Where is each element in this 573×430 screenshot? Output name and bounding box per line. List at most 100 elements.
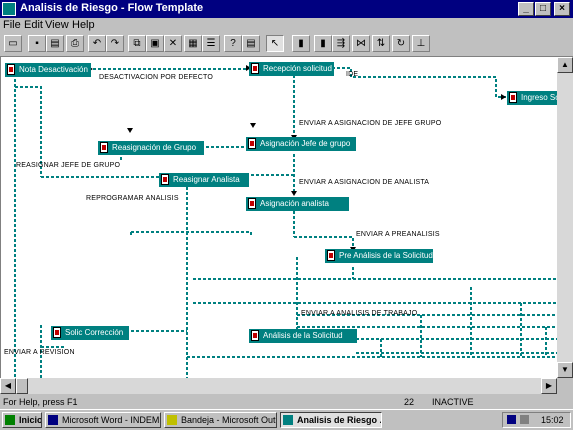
flow-icon [283, 415, 293, 425]
split-icon[interactable]: ⇅ [372, 35, 390, 52]
toolbar: ▭ ▪ ▤ ⎙ ↶ ↷ ⧉ ▣ ✕ ▦ ☰ ? ▤ ↖ ▮ ▮ ⇶ ⋈ ⇅ ↻ … [0, 32, 573, 57]
redo-icon[interactable]: ↷ [106, 35, 124, 52]
new-icon[interactable]: ▭ [4, 35, 22, 52]
open-icon[interactable]: ▤ [46, 35, 64, 52]
scroll-right-icon[interactable]: ▶ [541, 378, 557, 394]
status-text: For Help, press F1 [3, 397, 78, 407]
menu-edit[interactable]: Edit [24, 19, 43, 31]
node-label: Asignación analista [260, 199, 329, 208]
node-label: Nota Desactivación [19, 65, 88, 74]
clock[interactable]: 15:02 [541, 413, 564, 427]
activity-icon [327, 250, 335, 261]
node-label: Reasignación de Grupo [112, 143, 197, 152]
activity-icon[interactable]: ▮ [292, 35, 310, 52]
flow-canvas[interactable]: Nota Desactivación Recepción solicitud I… [0, 57, 558, 378]
start-label: Inicio [19, 415, 42, 425]
activity-icon [251, 330, 259, 341]
save-icon[interactable]: ▪ [28, 35, 46, 52]
scroll-up-icon[interactable]: ▲ [557, 57, 573, 73]
node-reasignar-analista[interactable]: Reasignar Analista [159, 173, 249, 187]
task-outlook[interactable]: Bandeja - Microsoft Outlook [164, 412, 277, 428]
node-ingreso-sol[interactable]: Ingreso So [507, 91, 558, 105]
node-solic-correccion[interactable]: Solic Corrección [51, 326, 129, 340]
label-desactivacion: DESACTIVACION POR DEFECTO [99, 74, 214, 81]
status-num: 22 [404, 397, 415, 407]
help-icon[interactable]: ? [224, 35, 242, 52]
title-bar: Analisis de Riesgo - Flow Template _ □ × [0, 0, 573, 18]
route-icon[interactable]: ⇶ [332, 35, 350, 52]
start-button[interactable]: Inicio [2, 412, 42, 428]
system-tray: 15:02 [502, 412, 571, 428]
activity-icon [248, 198, 256, 209]
activity-icon [100, 142, 108, 153]
node-reasignacion-grupo[interactable]: Reasignación de Grupo [98, 141, 204, 155]
label-enviar-analisis: ENVIAR A ANALISIS DE TRABAJO [301, 310, 418, 317]
window-title: Analisis de Riesgo - Flow Template [20, 2, 204, 14]
node-label: Ingreso So [521, 93, 558, 102]
node-asignacion-analista[interactable]: Asignación analista [246, 197, 349, 211]
horizontal-scrollbar[interactable]: ◀ ▶ [0, 378, 557, 394]
node-pre-analisis[interactable]: Pre Análisis de la Solicitud [325, 249, 433, 263]
label-ide: IDE [346, 71, 359, 78]
label-enviar-preanalisis: ENVIAR A PREANALISIS [356, 231, 440, 238]
task-label: Microsoft Word - INDEM... [62, 415, 161, 425]
activity-icon [248, 138, 256, 149]
loop-icon[interactable]: ↻ [392, 35, 410, 52]
label-reasignar-jefe: REASIGNAR JEFE DE GRUPO [16, 162, 121, 169]
activity-icon [251, 63, 259, 74]
node-label: Recepción solicitud [263, 64, 332, 73]
maximize-button[interactable]: □ [535, 2, 551, 16]
node-asignacion-jefe-grupo[interactable]: Asignación Jefe de grupo [246, 137, 356, 151]
start-node-icon[interactable]: ▮ [314, 35, 332, 52]
menu-file[interactable]: File [3, 19, 21, 31]
list-icon[interactable]: ☰ [202, 35, 220, 52]
windows-logo-icon [5, 415, 15, 425]
select-pointer-icon[interactable]: ↖ [266, 35, 284, 52]
activity-icon [7, 64, 15, 75]
task-analisis[interactable]: Analisis de Riesgo ... [280, 412, 382, 428]
scroll-thumb[interactable] [16, 378, 28, 394]
node-analisis-solicitud[interactable]: Análisis de la Solicitud [249, 329, 357, 343]
menu-view[interactable]: View [45, 19, 69, 31]
activity-icon [161, 174, 169, 185]
node-label: Asignación Jefe de grupo [260, 139, 351, 148]
scroll-left-icon[interactable]: ◀ [0, 378, 16, 394]
outlook-icon [167, 415, 177, 425]
node-label: Solic Corrección [65, 328, 124, 337]
word-icon [48, 415, 58, 425]
menu-bar: File Edit View Help [0, 18, 573, 32]
activity-icon [509, 92, 517, 103]
menu-help[interactable]: Help [72, 19, 95, 31]
scroll-down-icon[interactable]: ▼ [557, 362, 573, 378]
close-button[interactable]: × [554, 2, 570, 16]
node-label: Pre Análisis de la Solicitud [339, 251, 433, 260]
activity-icon [53, 327, 61, 338]
app-window: Analisis de Riesgo - Flow Template _ □ ×… [0, 0, 573, 430]
properties-icon[interactable]: ▤ [242, 35, 260, 52]
label-enviar-asignacion-jefe: ENVIAR A ASIGNACION DE JEFE GRUPO [299, 120, 442, 127]
app-icon [2, 2, 16, 16]
join-icon[interactable]: ⋈ [352, 35, 370, 52]
task-label: Bandeja - Microsoft Outlook [181, 415, 276, 425]
node-label: Análisis de la Solicitud [263, 331, 343, 340]
network-icon[interactable] [507, 415, 516, 424]
node-nota-desactivacion[interactable]: Nota Desactivación [5, 63, 91, 77]
node-label: Reasignar Analista [173, 175, 240, 184]
undo-icon[interactable]: ↶ [88, 35, 106, 52]
status-bar: For Help, press F1 22 INACTIVE [0, 395, 573, 409]
vertical-scrollbar[interactable]: ▲ ▼ [557, 57, 573, 378]
grid-icon[interactable]: ▦ [184, 35, 202, 52]
copy-icon[interactable]: ⧉ [128, 35, 146, 52]
node-recepcion-solicitud[interactable]: Recepción solicitud [249, 62, 334, 76]
delete-icon[interactable]: ✕ [164, 35, 182, 52]
task-word[interactable]: Microsoft Word - INDEM... [45, 412, 161, 428]
minimize-button[interactable]: _ [518, 2, 534, 16]
label-reprogramar: REPROGRAMAR ANALISIS [86, 195, 179, 202]
taskbar: Inicio Microsoft Word - INDEM... Bandeja… [0, 409, 573, 430]
label-enviar-revision: ENVIAR A REVISION [4, 349, 75, 356]
print-icon[interactable]: ⎙ [66, 35, 84, 52]
status-mode: INACTIVE [432, 397, 474, 407]
end-node-icon[interactable]: ⊥ [412, 35, 430, 52]
paste-icon[interactable]: ▣ [146, 35, 164, 52]
volume-icon[interactable] [520, 415, 529, 424]
